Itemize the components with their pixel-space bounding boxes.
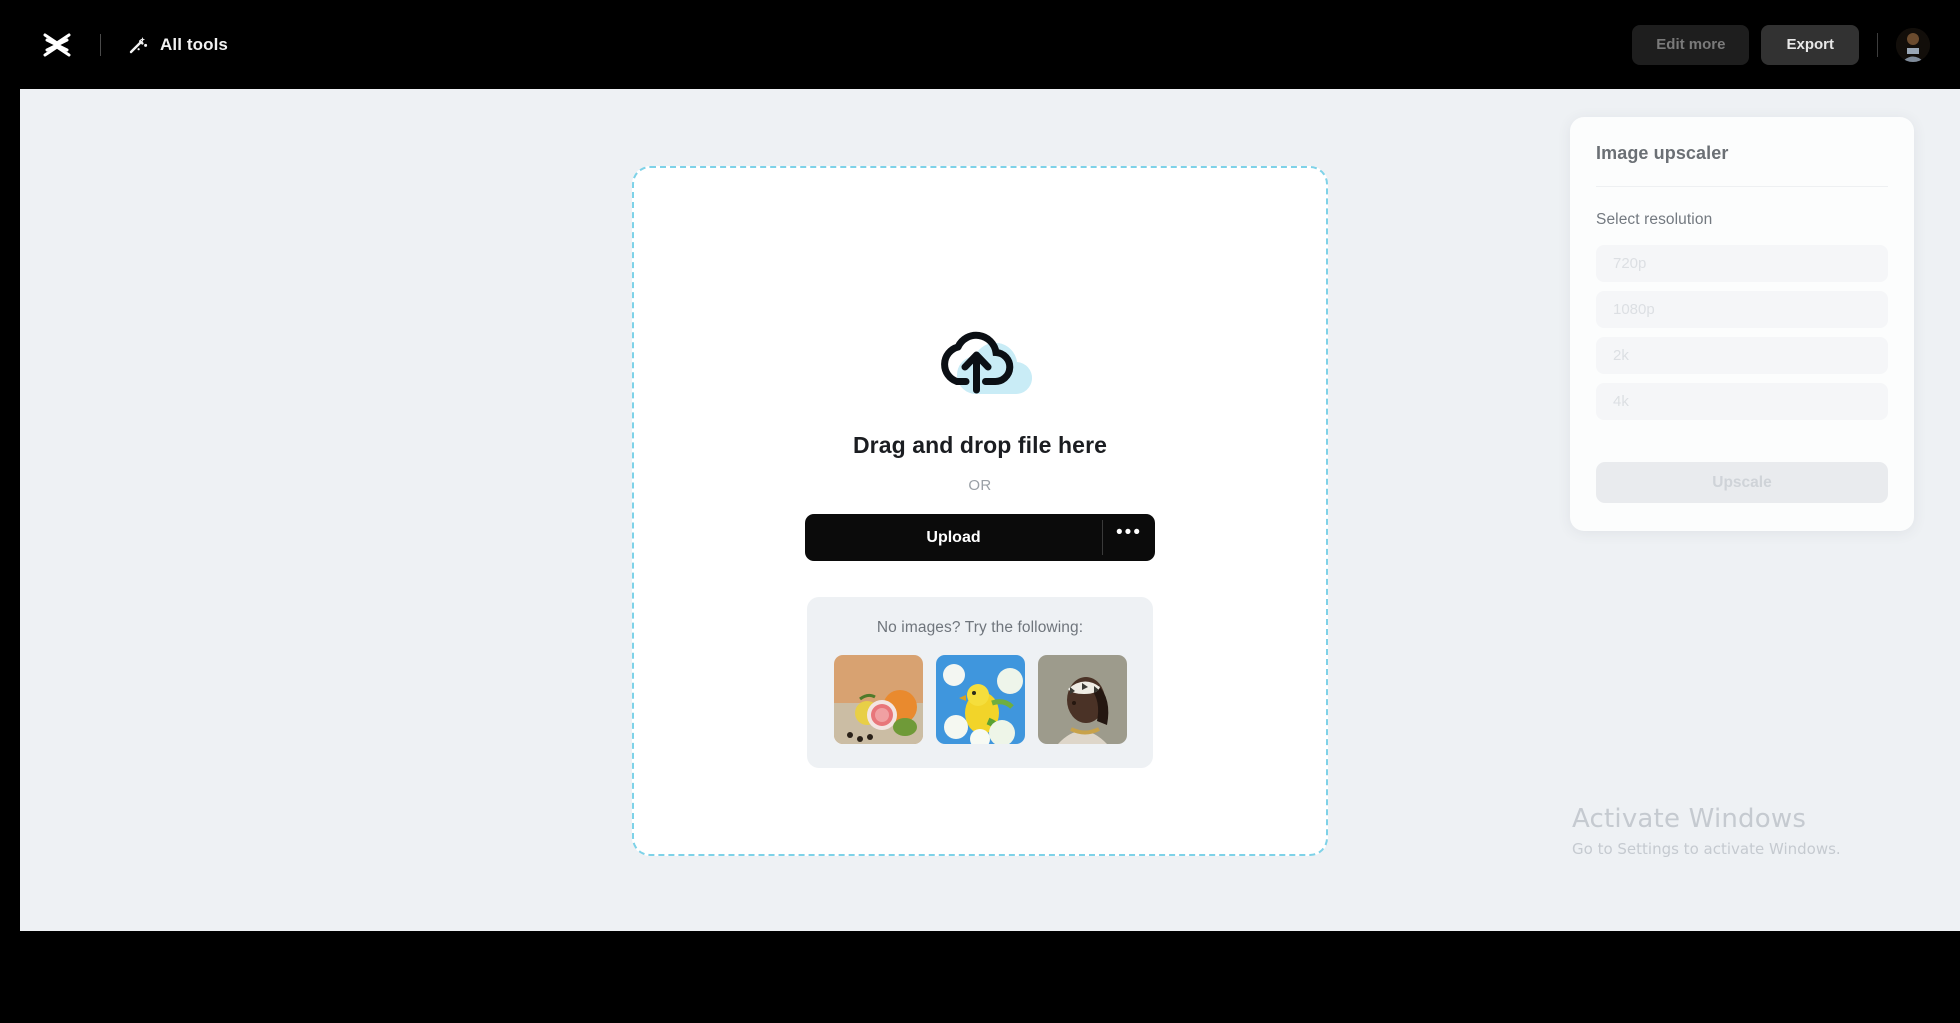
edit-more-button[interactable]: Edit more	[1632, 24, 1750, 65]
windows-activation-watermark: Activate Windows Go to Settings to activ…	[1572, 804, 1841, 858]
top-app-bar: All tools Edit more Export	[0, 0, 1960, 89]
resolution-option-4k[interactable]: 4k	[1596, 383, 1888, 420]
avatar[interactable]	[1896, 27, 1930, 62]
page-content: Drag and drop file here OR Upload ••• No…	[20, 89, 1960, 931]
magic-wand-icon	[127, 34, 149, 56]
panel-divider	[1596, 186, 1888, 187]
file-dropzone[interactable]: Drag and drop file here OR Upload ••• No…	[632, 166, 1328, 856]
sample-images-row	[833, 655, 1127, 744]
sample-portrait[interactable]	[1037, 655, 1127, 744]
sample-images-title: No images? Try the following:	[876, 619, 1084, 636]
resolution-option-1080p[interactable]: 1080p	[1596, 291, 1888, 328]
export-button[interactable]: Export	[1761, 24, 1859, 65]
cloud-upload-icon	[925, 320, 1035, 406]
upload-button[interactable]: Upload	[805, 514, 1102, 561]
sample-images-card: No images? Try the following:	[807, 597, 1153, 768]
resolution-options: 720p 1080p 2k 4k	[1596, 245, 1888, 420]
dropzone-or-label: OR	[968, 477, 992, 494]
resolution-option-720p[interactable]: 720p	[1596, 245, 1888, 282]
upload-more-options-button[interactable]: •••	[1103, 514, 1155, 561]
panel-title: Image upscaler	[1596, 143, 1729, 163]
sample-fruit[interactable]	[833, 655, 923, 744]
all-tools-label: All tools	[160, 34, 228, 54]
app-screen: All tools Edit more Export Drag and drop…	[0, 0, 1960, 1023]
capcut-logo-icon[interactable]	[40, 30, 74, 60]
image-upscaler-panel: Image upscaler Select resolution 720p 10…	[1570, 117, 1914, 531]
all-tools-menu[interactable]: All tools	[127, 34, 228, 56]
sample-bird[interactable]	[935, 655, 1025, 744]
upscale-button[interactable]: Upscale	[1596, 462, 1888, 503]
topbar-actions: Edit more Export	[1632, 24, 1930, 65]
select-resolution-label: Select resolution	[1596, 211, 1713, 228]
upload-button-group: Upload •••	[805, 514, 1155, 561]
watermark-subtitle: Go to Settings to activate Windows.	[1572, 840, 1841, 858]
watermark-title: Activate Windows	[1572, 804, 1807, 834]
topbar-divider	[1877, 32, 1878, 57]
brand-divider	[100, 33, 101, 56]
dropzone-title: Drag and drop file here	[852, 432, 1108, 458]
resolution-option-2k[interactable]: 2k	[1596, 337, 1888, 374]
